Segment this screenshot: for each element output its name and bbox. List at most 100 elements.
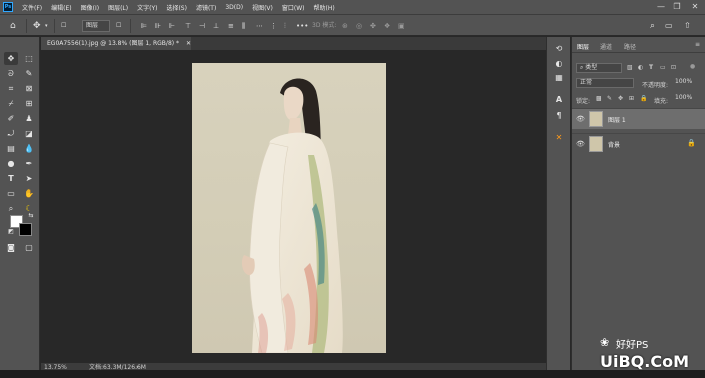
home-icon[interactable]: ⌂ xyxy=(10,20,16,32)
layer-name: 背景 xyxy=(608,142,621,149)
filter-toggle[interactable]: ● xyxy=(690,63,695,70)
adjustments-panel-icon[interactable]: ◐ xyxy=(552,57,566,70)
share-icon[interactable]: ⇧ xyxy=(684,20,691,32)
hand-tool-icon[interactable]: ✋ xyxy=(22,187,36,200)
align-middle-icon[interactable]: ⊣ xyxy=(199,20,205,32)
auto-select-checkbox[interactable]: ☐ xyxy=(61,20,66,32)
filter-kind-dropdown[interactable]: ⌕ 类型 xyxy=(576,63,622,73)
close-button[interactable]: ✕ xyxy=(688,1,702,13)
eraser-tool-icon[interactable]: ◪ xyxy=(22,127,36,140)
visibility-eye-icon[interactable]: 👁 xyxy=(576,115,585,123)
character-panel-icon[interactable]: A xyxy=(552,93,566,106)
marquee-tool-icon[interactable]: ⬚ xyxy=(22,52,36,65)
distribute-icon[interactable]: ⫶ xyxy=(284,20,286,32)
chevron-down-icon[interactable]: ▾ xyxy=(45,20,48,32)
minimize-button[interactable]: — xyxy=(654,1,668,13)
lock-transparent-icon[interactable]: ▩ xyxy=(596,95,602,102)
3d-slide-icon[interactable]: ❖ xyxy=(384,20,390,32)
layer-row-background[interactable]: 👁 背景 🔒 xyxy=(572,133,705,154)
properties-panel-icon[interactable]: ▦ xyxy=(552,71,566,84)
menu-select[interactable]: 选择(S) xyxy=(166,3,187,12)
menu-type[interactable]: 文字(Y) xyxy=(137,3,157,12)
align-center-icon[interactable]: ⊪ xyxy=(155,20,161,32)
visibility-eye-icon[interactable]: 👁 xyxy=(576,140,585,148)
menu-file[interactable]: 文件(F) xyxy=(22,3,42,12)
layer-select-dropdown[interactable]: 图层 xyxy=(82,20,110,32)
move-tool-icon[interactable]: ✥ xyxy=(33,20,41,32)
swap-colors-icon[interactable]: ⇆ xyxy=(24,209,38,222)
frame-tool-icon[interactable]: ⊠ xyxy=(22,82,36,95)
eyedropper-icon[interactable]: ⌿ xyxy=(4,97,18,110)
opacity-field[interactable]: 100% xyxy=(672,78,702,88)
menu-filter[interactable]: 滤镜(T) xyxy=(196,3,216,12)
distribute-icon[interactable]: ⫼ xyxy=(242,20,245,32)
screen-mode-icon[interactable]: ▢ xyxy=(22,241,36,254)
panel-menu-icon[interactable]: ≡ xyxy=(695,41,700,48)
align-bottom-icon[interactable]: ⊥ xyxy=(213,20,219,32)
gradient-tool-icon[interactable]: ▤ xyxy=(4,142,18,155)
type-tool-icon[interactable]: T xyxy=(4,172,18,185)
close-tab-icon[interactable]: ✕ xyxy=(186,40,191,47)
default-colors-icon[interactable]: ◩ xyxy=(4,225,18,238)
stamp-tool-icon[interactable]: ♟ xyxy=(22,112,36,125)
tab-channels[interactable]: 通道 xyxy=(600,42,612,51)
3d-orbit-icon[interactable]: ⊛ xyxy=(342,20,348,32)
history-brush-icon[interactable]: ⤾ xyxy=(4,127,18,140)
tab-paths[interactable]: 路径 xyxy=(624,42,636,51)
distribute-icon[interactable]: ≡ xyxy=(228,20,234,32)
lock-pixels-icon[interactable]: ✎ xyxy=(607,95,612,102)
align-right-icon[interactable]: ⊩ xyxy=(169,20,175,32)
document-tab[interactable]: EG0A7556(1).jpg @ 13.8% (图层 1, RGB/8) * … xyxy=(41,37,191,50)
zoom-tool-icon[interactable]: ⌕ xyxy=(4,202,18,215)
more-icon[interactable]: ••• xyxy=(296,20,308,32)
distribute-icon[interactable]: ⋯ xyxy=(256,20,263,32)
quick-mask-icon[interactable]: ◙ xyxy=(4,241,18,254)
rectangle-tool-icon[interactable]: ▭ xyxy=(4,187,18,200)
dodge-tool-icon[interactable]: ● xyxy=(4,157,18,170)
path-select-icon[interactable]: ➤ xyxy=(22,172,36,185)
pen-tool-icon[interactable]: ✒ xyxy=(22,157,36,170)
tool-presets-icon[interactable]: ✕ xyxy=(552,131,566,144)
filter-shape-icon[interactable]: ▭ xyxy=(660,64,666,71)
background-color-swatch[interactable] xyxy=(19,223,32,236)
quick-select-icon[interactable]: ✎ xyxy=(22,67,36,80)
document-image[interactable] xyxy=(192,63,386,353)
workspace-icon[interactable]: ▭ xyxy=(665,20,673,32)
restore-button[interactable]: ❐ xyxy=(670,1,684,13)
menu-3d[interactable]: 3D(D) xyxy=(225,4,243,11)
brush-tool-icon[interactable]: ✐ xyxy=(4,112,18,125)
tab-layers[interactable]: 图层 xyxy=(577,42,589,51)
menu-help[interactable]: 帮助(H) xyxy=(314,3,335,12)
menu-edit[interactable]: 编辑(E) xyxy=(51,3,71,12)
transform-controls-checkbox[interactable]: ☐ xyxy=(116,20,121,32)
3d-pan-icon[interactable]: ✤ xyxy=(370,20,376,32)
filter-image-icon[interactable]: ▧ xyxy=(627,64,633,71)
layer-row-1[interactable]: 👁 图层 1 xyxy=(572,108,705,129)
lasso-tool-icon[interactable]: ᘐ xyxy=(4,67,18,80)
lock-position-icon[interactable]: ✥ xyxy=(618,95,623,102)
menu-layer[interactable]: 图层(L) xyxy=(108,3,128,12)
healing-brush-icon[interactable]: ⊞ xyxy=(22,97,36,110)
lock-all-icon[interactable]: 🔒 xyxy=(640,95,647,102)
fill-field[interactable]: 100% xyxy=(672,94,702,104)
canvas-area[interactable] xyxy=(41,50,546,363)
menu-view[interactable]: 视图(V) xyxy=(252,3,273,12)
lock-artboard-icon[interactable]: ⊞ xyxy=(629,95,634,102)
filter-type-icon[interactable]: T xyxy=(649,64,653,71)
blend-mode-dropdown[interactable]: 正常 xyxy=(576,78,634,88)
history-panel-icon[interactable]: ⟲ xyxy=(552,42,566,55)
blur-tool-icon[interactable]: 💧 xyxy=(22,142,36,155)
menu-image[interactable]: 图像(I) xyxy=(81,3,99,12)
filter-smart-icon[interactable]: ⊡ xyxy=(671,64,676,71)
menu-window[interactable]: 窗口(W) xyxy=(282,3,305,12)
crop-tool-icon[interactable]: ⌗ xyxy=(4,82,18,95)
move-tool-icon[interactable]: ✥ xyxy=(4,52,18,65)
search-icon[interactable]: ⌕ xyxy=(650,20,655,32)
align-left-icon[interactable]: ⊫ xyxy=(141,20,147,32)
distribute-icon[interactable]: ⋮ xyxy=(270,20,277,32)
align-top-icon[interactable]: ⊤ xyxy=(185,20,191,32)
paragraph-panel-icon[interactable]: ¶ xyxy=(552,109,566,122)
filter-adjust-icon[interactable]: ◐ xyxy=(638,64,643,71)
3d-roll-icon[interactable]: ◎ xyxy=(356,20,362,32)
3d-scale-icon[interactable]: ▣ xyxy=(398,20,405,32)
